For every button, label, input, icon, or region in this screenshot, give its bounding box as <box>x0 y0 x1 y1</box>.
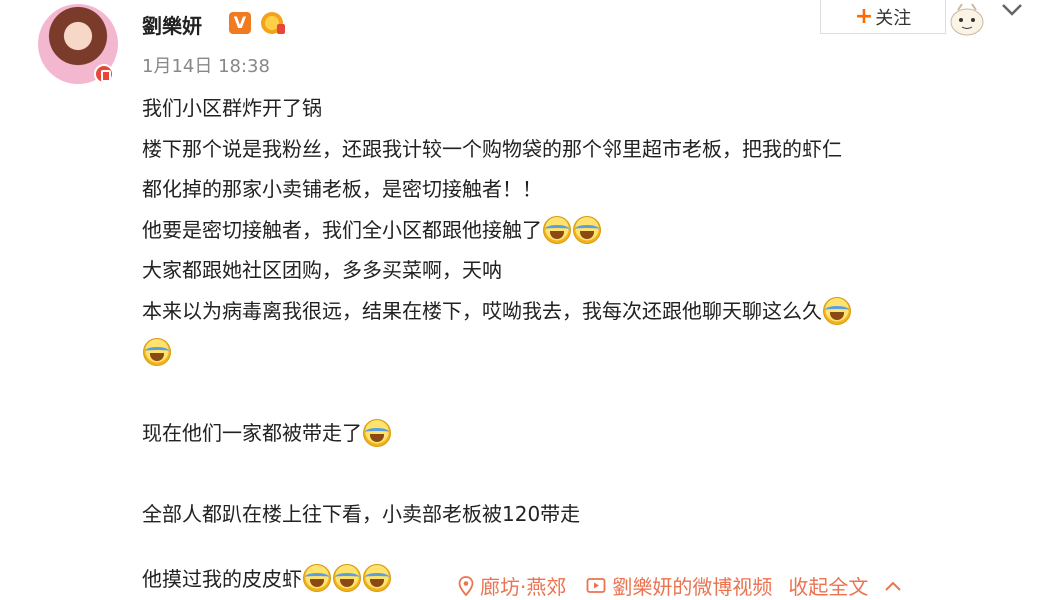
laugh-cry-emoji-icon <box>543 216 571 245</box>
location-pin-icon <box>458 575 474 596</box>
post-line: 楼下那个说是我粉丝，还跟我计较一个购物袋的那个邻里超市老板，把我的虾仁 <box>142 136 842 161</box>
medal-icon <box>261 12 285 34</box>
follow-button-label: 关注 <box>875 7 912 29</box>
chevron-down-icon[interactable] <box>1000 2 1024 18</box>
verified-v-icon: V <box>229 12 251 34</box>
laugh-cry-emoji-icon <box>333 563 361 592</box>
laugh-cry-emoji-icon <box>573 216 601 245</box>
post-timestamp[interactable]: 1月14日 18:38 <box>142 52 270 78</box>
post-last-line: 他摸过我的皮皮虾 <box>142 563 392 592</box>
post-text: 我们小区群炸开了锅 楼下那个说是我粉丝，还跟我计较一个购物袋的那个邻里超市老板，… <box>142 88 1022 575</box>
post-line: 全部人都趴在楼上往下看，小卖部老板被120带走 <box>142 501 581 526</box>
laugh-cry-emoji-icon <box>143 337 171 366</box>
post-line <box>142 372 1022 413</box>
post-line: 现在他们一家都被带走了 <box>142 413 1022 454</box>
post-line: 他要是密切接触者，我们全小区都跟他接触了 <box>142 210 1022 251</box>
plus-icon: + <box>854 3 874 29</box>
laugh-cry-emoji-icon <box>363 563 391 592</box>
post-line: 都化掉的那家小卖铺老板，是密切接触者！！ <box>142 177 542 202</box>
avatar-verified-badge-icon <box>94 64 114 84</box>
username[interactable]: 劉樂妍 <box>142 10 202 39</box>
post-line: 本来以为病毒离我很远，结果在楼下，哎呦我去，我每次还跟他聊天聊这么久 <box>142 291 1022 332</box>
chevron-up-icon[interactable] <box>884 580 902 592</box>
post-line <box>142 453 1022 494</box>
laugh-cry-emoji-icon <box>363 419 391 448</box>
post-line: 我们小区群炸开了锅 <box>142 96 322 120</box>
post-line: 大家都跟她社区团购，多多买菜啊，天呐 <box>142 258 502 283</box>
video-icon <box>586 577 606 593</box>
laugh-cry-emoji-icon <box>303 563 331 592</box>
post-line <box>142 332 1022 373</box>
follow-button[interactable]: + 关注 <box>820 0 946 34</box>
mascot-icon <box>950 3 984 36</box>
laugh-cry-emoji-icon <box>823 297 851 326</box>
